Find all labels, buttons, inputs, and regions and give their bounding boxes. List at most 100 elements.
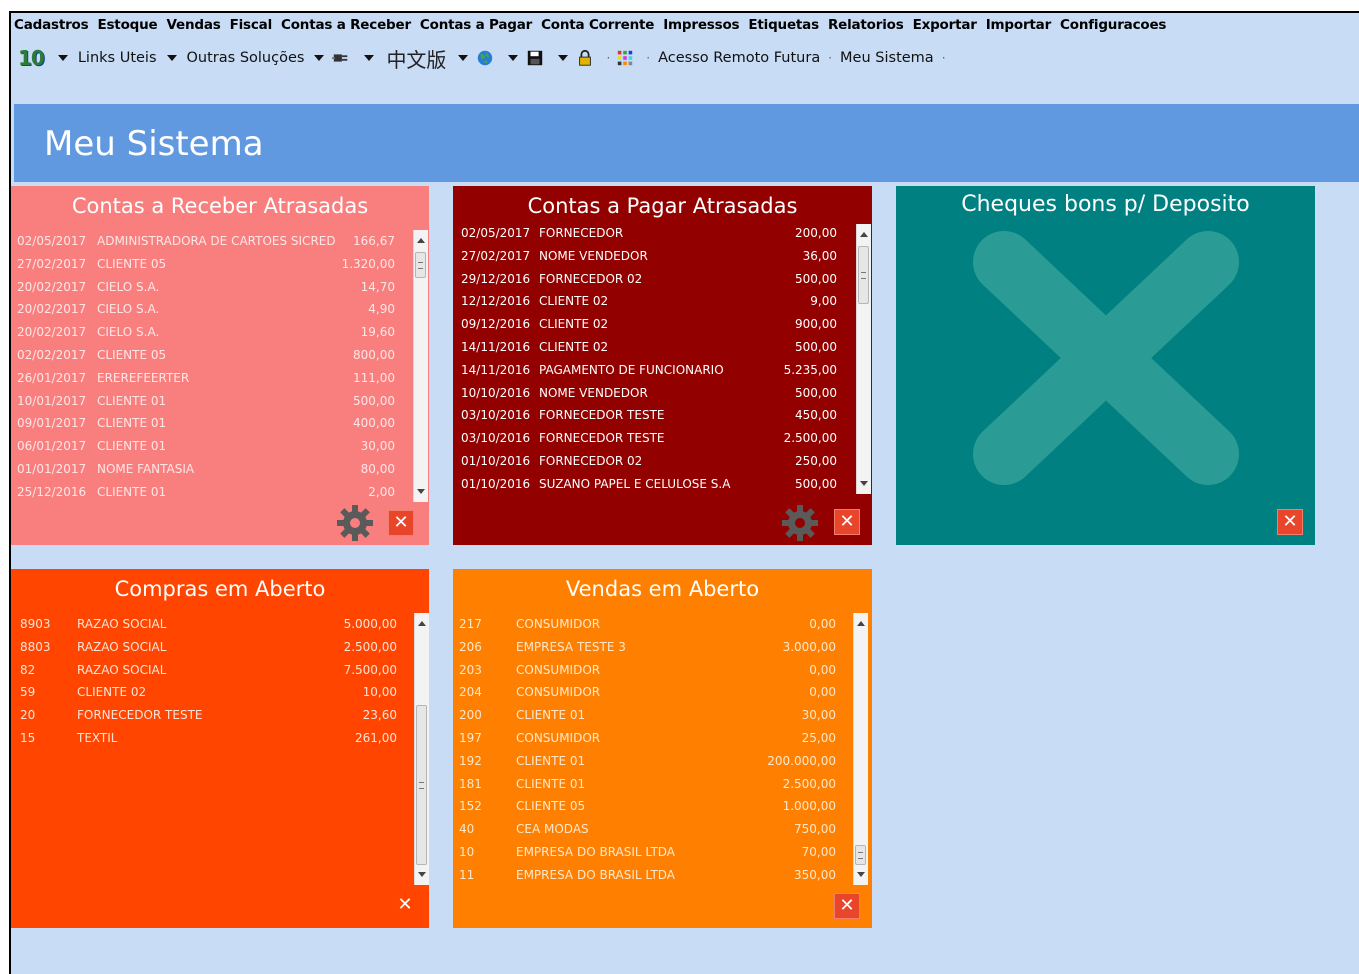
rows-list[interactable]: 02/05/2017 FORNECEDOR 200,00 27/02/2017 NOME… xyxy=(453,222,843,496)
dropdown-caret-icon[interactable] xyxy=(458,55,469,61)
links-uteis-menu[interactable]: Links Uteis xyxy=(78,50,157,66)
padlock-icon[interactable] xyxy=(576,49,594,67)
list-item[interactable]: 09/12/2016 CLIENTE 02 900,00 xyxy=(453,313,843,336)
scrollbar[interactable] xyxy=(413,230,428,502)
floppy-disk-icon[interactable] xyxy=(526,49,544,67)
list-item[interactable]: 217 CONSUMIDOR 0,00 xyxy=(453,613,843,636)
menu-conta-corrente[interactable]: Conta Corrente xyxy=(539,14,661,36)
close-icon[interactable]: ✕ xyxy=(834,893,860,919)
menu-contas-pagar[interactable]: Contas a Pagar xyxy=(418,14,539,36)
meu-sistema-link[interactable]: Meu Sistema xyxy=(840,50,934,66)
list-item[interactable]: 03/10/2016 FORNECEDOR TESTE 2.500,00 xyxy=(453,427,843,450)
menu-importar[interactable]: Importar xyxy=(984,14,1058,36)
dropdown-caret-icon[interactable] xyxy=(558,55,569,61)
list-item[interactable]: 197 CONSUMIDOR 25,00 xyxy=(453,727,843,750)
list-item[interactable]: 203 CONSUMIDOR 0,00 xyxy=(453,659,843,682)
rows-list[interactable]: 8903 RAZAO SOCIAL 5.000,00 8803 RAZAO SOCIAL… xyxy=(11,613,401,750)
scroll-down-icon[interactable] xyxy=(860,481,868,486)
scroll-thumb[interactable] xyxy=(415,252,426,278)
list-item[interactable]: 14/11/2016 PAGAMENTO DE FUNCIONARIO 5.235,… xyxy=(453,359,843,382)
list-item[interactable]: 10 EMPRESA DO BRASIL LTDA 70,00 xyxy=(453,841,843,864)
list-item[interactable]: 204 CONSUMIDOR 0,00 xyxy=(453,681,843,704)
globe-icon[interactable] xyxy=(476,49,494,67)
list-item[interactable]: 20 FORNECEDOR TESTE 23,60 xyxy=(11,704,401,727)
list-item[interactable]: 10/01/2017 CLIENTE 01 500,00 xyxy=(11,390,401,413)
menu-configuracoes[interactable]: Configuracoes xyxy=(1058,14,1173,36)
scrollbar[interactable] xyxy=(853,613,868,885)
menu-fiscal[interactable]: Fiscal xyxy=(228,14,279,36)
dropdown-caret-icon[interactable] xyxy=(508,55,519,61)
scroll-up-icon[interactable] xyxy=(418,621,426,626)
menu-relatorios[interactable]: Relatorios xyxy=(826,14,911,36)
scroll-thumb[interactable] xyxy=(855,845,866,865)
list-item[interactable]: 152 CLIENTE 05 1.000,00 xyxy=(453,795,843,818)
list-item[interactable]: 11 EMPRESA DO BRASIL LTDA 350,00 xyxy=(453,864,843,887)
rows-list[interactable]: 02/05/2017 ADMINISTRADORA DE CARTOES SICR… xyxy=(11,230,401,504)
rows-list[interactable]: 217 CONSUMIDOR 0,00 206 EMPRESA TESTE 3 3.000… xyxy=(453,613,843,887)
list-item[interactable]: 181 CLIENTE 01 2.500,00 xyxy=(453,773,843,796)
menu-etiquetas[interactable]: Etiquetas xyxy=(746,14,826,36)
dropdown-caret-icon[interactable] xyxy=(57,55,68,61)
scroll-thumb[interactable] xyxy=(416,705,427,865)
list-item[interactable]: 200 CLIENTE 01 30,00 xyxy=(453,704,843,727)
list-item[interactable]: 02/05/2017 FORNECEDOR 200,00 xyxy=(453,222,843,245)
list-item[interactable]: 15 TEXTIL 261,00 xyxy=(11,727,401,750)
logo-10-icon[interactable]: 10 xyxy=(18,46,45,70)
close-icon[interactable]: ✕ xyxy=(388,510,414,536)
grid-icon[interactable] xyxy=(616,49,634,67)
list-item[interactable]: 8803 RAZAO SOCIAL 2.500,00 xyxy=(11,636,401,659)
list-item[interactable]: 206 EMPRESA TESTE 3 3.000,00 xyxy=(453,636,843,659)
dropdown-caret-icon[interactable] xyxy=(314,55,325,61)
list-item[interactable]: 02/02/2017 CLIENTE 05 800,00 xyxy=(11,344,401,367)
menu-contas-receber[interactable]: Contas a Receber xyxy=(279,14,418,36)
menu-exportar[interactable]: Exportar xyxy=(911,14,984,36)
dropdown-caret-icon[interactable] xyxy=(364,55,375,61)
menu-cadastros[interactable]: Cadastros xyxy=(12,14,95,36)
acesso-remoto-link[interactable]: Acesso Remoto Futura xyxy=(658,50,820,66)
list-item[interactable]: 06/01/2017 CLIENTE 01 30,00 xyxy=(11,435,401,458)
scrollbar[interactable] xyxy=(856,224,871,494)
scroll-down-icon[interactable] xyxy=(417,489,425,494)
list-item[interactable]: 01/10/2016 SUZANO PAPEL E CELULOSE S.A 500… xyxy=(453,473,843,496)
outras-solucoes-menu[interactable]: Outras Soluções xyxy=(187,50,305,66)
scroll-up-icon[interactable] xyxy=(417,238,425,243)
list-item[interactable]: 27/02/2017 CLIENTE 05 1.320,00 xyxy=(11,253,401,276)
list-item[interactable]: 82 RAZAO SOCIAL 7.500,00 xyxy=(11,659,401,682)
list-item[interactable]: 09/01/2017 CLIENTE 01 400,00 xyxy=(11,412,401,435)
list-item[interactable]: 8903 RAZAO SOCIAL 5.000,00 xyxy=(11,613,401,636)
chinese-version-menu[interactable]: 中文版 xyxy=(386,44,446,73)
plug-icon[interactable] xyxy=(332,49,350,67)
dropdown-caret-icon[interactable] xyxy=(166,55,177,61)
menu-impressos[interactable]: Impressos xyxy=(661,14,746,36)
list-item[interactable]: 40 CEA MODAS 750,00 xyxy=(453,818,843,841)
close-icon[interactable]: ✕ xyxy=(1277,509,1303,535)
gear-icon[interactable] xyxy=(335,503,375,543)
list-item[interactable]: 01/10/2016 FORNECEDOR 02 250,00 xyxy=(453,450,843,473)
list-item[interactable]: 12/12/2016 CLIENTE 02 9,00 xyxy=(453,290,843,313)
scroll-down-icon[interactable] xyxy=(418,872,426,877)
list-item[interactable]: 10/10/2016 NOME VENDEDOR 500,00 xyxy=(453,382,843,405)
list-item[interactable]: 25/12/2016 CLIENTE 01 2,00 xyxy=(11,481,401,504)
scroll-down-icon[interactable] xyxy=(857,872,865,877)
list-item[interactable]: 01/01/2017 NOME FANTASIA 80,00 xyxy=(11,458,401,481)
gear-icon[interactable] xyxy=(780,503,820,543)
list-item[interactable]: 192 CLIENTE 01 200.000,00 xyxy=(453,750,843,773)
list-item[interactable]: 02/05/2017 ADMINISTRADORA DE CARTOES SICR… xyxy=(11,230,401,253)
list-item[interactable]: 20/02/2017 CIELO S.A. 14,70 xyxy=(11,276,401,299)
menu-estoque[interactable]: Estoque xyxy=(95,14,164,36)
scroll-up-icon[interactable] xyxy=(860,232,868,237)
list-item[interactable]: 14/11/2016 CLIENTE 02 500,00 xyxy=(453,336,843,359)
list-item[interactable]: 03/10/2016 FORNECEDOR TESTE 450,00 xyxy=(453,404,843,427)
scrollbar[interactable] xyxy=(414,613,429,885)
scroll-thumb[interactable] xyxy=(858,246,869,304)
list-item[interactable]: 20/02/2017 CIELO S.A. 19,60 xyxy=(11,321,401,344)
list-item[interactable]: 27/02/2017 NOME VENDEDOR 36,00 xyxy=(453,245,843,268)
close-icon[interactable]: ✕ xyxy=(392,893,418,919)
list-item[interactable]: 26/01/2017 EREREFEERTER 111,00 xyxy=(11,367,401,390)
list-item[interactable]: 59 CLIENTE 02 10,00 xyxy=(11,681,401,704)
menu-vendas[interactable]: Vendas xyxy=(164,14,227,36)
close-icon[interactable]: ✕ xyxy=(834,509,860,535)
scroll-up-icon[interactable] xyxy=(857,621,865,626)
list-item[interactable]: 29/12/2016 FORNECEDOR 02 500,00 xyxy=(453,268,843,291)
list-item[interactable]: 20/02/2017 CIELO S.A. 4,90 xyxy=(11,298,401,321)
